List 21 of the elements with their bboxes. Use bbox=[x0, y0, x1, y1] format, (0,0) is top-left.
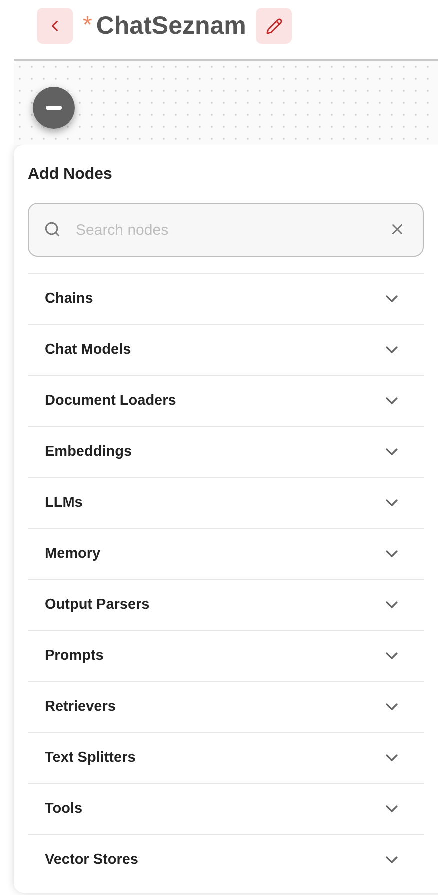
category-row[interactable]: Chat Models bbox=[28, 324, 424, 375]
pencil-icon bbox=[266, 18, 283, 34]
edit-button[interactable] bbox=[256, 8, 292, 44]
category-row[interactable]: Chains bbox=[28, 273, 424, 324]
category-row[interactable]: Text Splitters bbox=[28, 732, 424, 783]
collapse-button[interactable] bbox=[33, 87, 75, 129]
category-row[interactable]: Embeddings bbox=[28, 426, 424, 477]
unsaved-mark: * bbox=[83, 12, 92, 40]
category-row[interactable]: LLMs bbox=[28, 477, 424, 528]
panel-title: Add Nodes bbox=[28, 165, 114, 185]
minus-icon bbox=[46, 106, 62, 110]
category-row[interactable]: Output Parsers bbox=[28, 579, 424, 630]
search-field[interactable]: Search nodes bbox=[28, 203, 424, 257]
category-row[interactable]: Document Loaders bbox=[28, 375, 424, 426]
category-row[interactable]: Retrievers bbox=[28, 681, 424, 732]
category-row[interactable]: Vector Stores bbox=[28, 834, 424, 885]
category-row[interactable]: Tools bbox=[28, 783, 424, 834]
category-row[interactable]: Prompts bbox=[28, 630, 424, 681]
search-icon bbox=[44, 221, 61, 238]
flow-title: ChatSeznam bbox=[96, 12, 246, 40]
category-row[interactable]: Memory bbox=[28, 528, 424, 579]
